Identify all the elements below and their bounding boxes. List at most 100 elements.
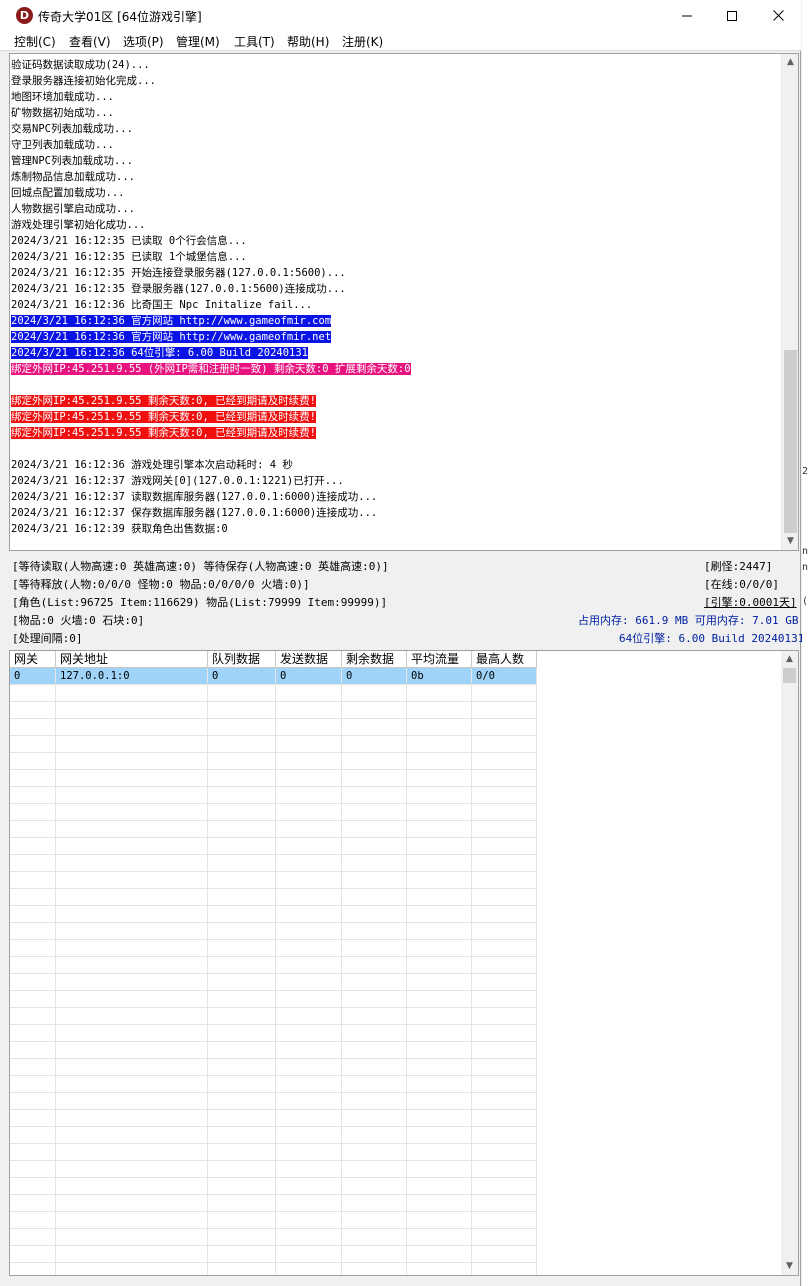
- side-mark: n: [802, 562, 809, 573]
- table-row-empty[interactable]: [10, 1059, 537, 1076]
- menu-control[interactable]: 控制(C): [14, 33, 56, 50]
- empty-cell: [10, 702, 56, 719]
- empty-cell: [472, 1229, 537, 1246]
- table-row-empty[interactable]: [10, 957, 537, 974]
- table-row-empty[interactable]: [10, 1178, 537, 1195]
- grid-scrollbar[interactable]: ▲ ▼: [781, 651, 798, 1275]
- col-remaining-data[interactable]: 剩余数据: [342, 651, 407, 668]
- table-row-empty[interactable]: [10, 736, 537, 753]
- log-line: 2024/3/21 16:12:37 读取数据库服务器(127.0.0.1:60…: [10, 489, 782, 505]
- minimize-button[interactable]: [664, 0, 710, 31]
- col-queue-data[interactable]: 队列数据: [208, 651, 276, 668]
- table-row-empty[interactable]: [10, 906, 537, 923]
- empty-cell: [276, 1042, 342, 1059]
- gateway-grid[interactable]: 网关 网关地址 队列数据 发送数据 剩余数据 平均流量 最高人数 0 127.0…: [9, 650, 799, 1276]
- log-scroll-thumb[interactable]: [784, 350, 797, 533]
- empty-cell: [56, 923, 208, 940]
- empty-cell: [407, 1059, 472, 1076]
- table-row-empty[interactable]: [10, 1212, 537, 1229]
- table-row-empty[interactable]: [10, 719, 537, 736]
- status-memory: 占用内存: 661.9 MB 可用内存: 7.01 GB: [578, 614, 799, 627]
- table-row-empty[interactable]: [10, 1093, 537, 1110]
- col-gateway[interactable]: 网关: [10, 651, 56, 668]
- table-row-empty[interactable]: [10, 1008, 537, 1025]
- table-row-empty[interactable]: [10, 991, 537, 1008]
- table-row-empty[interactable]: [10, 821, 537, 838]
- empty-cell: [10, 889, 56, 906]
- empty-cell: [472, 957, 537, 974]
- table-row-empty[interactable]: [10, 1144, 537, 1161]
- log-line-text: 2024/3/21 16:12:37 读取数据库服务器(127.0.0.1:60…: [11, 491, 378, 503]
- table-row-empty[interactable]: [10, 889, 537, 906]
- empty-cell: [208, 1144, 276, 1161]
- scroll-down-icon[interactable]: ▼: [782, 533, 798, 550]
- table-row-empty[interactable]: [10, 940, 537, 957]
- menu-view[interactable]: 查看(V): [69, 33, 111, 50]
- table-row-empty[interactable]: [10, 1076, 537, 1093]
- table-row-empty[interactable]: [10, 872, 537, 889]
- menu-options[interactable]: 选项(P): [123, 33, 164, 50]
- table-row-empty[interactable]: [10, 685, 537, 702]
- empty-cell: [56, 1229, 208, 1246]
- table-row-empty[interactable]: [10, 1263, 537, 1275]
- table-row-empty[interactable]: [10, 855, 537, 872]
- table-row-empty[interactable]: [10, 1110, 537, 1127]
- col-send-data[interactable]: 发送数据: [276, 651, 342, 668]
- empty-cell: [56, 906, 208, 923]
- empty-cell: [208, 1229, 276, 1246]
- table-row-empty[interactable]: [10, 702, 537, 719]
- cell-avg-traffic: 0b: [407, 668, 472, 685]
- close-button[interactable]: [755, 0, 801, 31]
- empty-cell: [208, 855, 276, 872]
- col-max-users[interactable]: 最高人数: [472, 651, 537, 668]
- table-row-empty[interactable]: [10, 838, 537, 855]
- table-row-empty[interactable]: [10, 770, 537, 787]
- menu-tools[interactable]: 工具(T): [234, 33, 275, 50]
- empty-cell: [208, 1093, 276, 1110]
- empty-cell: [208, 1195, 276, 1212]
- empty-cell: [208, 1008, 276, 1025]
- table-row-empty[interactable]: [10, 1229, 537, 1246]
- menu-manage[interactable]: 管理(M): [176, 33, 220, 50]
- table-row-empty[interactable]: [10, 787, 537, 804]
- table-row-empty[interactable]: [10, 1127, 537, 1144]
- maximize-button[interactable]: [709, 0, 755, 31]
- menu-register[interactable]: 注册(K): [342, 33, 383, 50]
- empty-cell: [342, 1025, 407, 1042]
- col-avg-traffic[interactable]: 平均流量: [407, 651, 472, 668]
- log-scrollbar[interactable]: ▲ ▼: [781, 54, 798, 550]
- empty-cell: [208, 1059, 276, 1076]
- table-row-empty[interactable]: [10, 1161, 537, 1178]
- table-row-empty[interactable]: [10, 1025, 537, 1042]
- menu-help[interactable]: 帮助(H): [287, 33, 329, 50]
- empty-cell: [472, 1263, 537, 1275]
- table-row-empty[interactable]: [10, 974, 537, 991]
- empty-cell: [10, 753, 56, 770]
- grid-scroll-down-icon[interactable]: ▼: [781, 1258, 798, 1275]
- empty-cell: [407, 804, 472, 821]
- table-row-empty[interactable]: [10, 1195, 537, 1212]
- empty-cell: [10, 1212, 56, 1229]
- grid-scroll-up-icon[interactable]: ▲: [781, 651, 798, 668]
- grid-scroll-thumb[interactable]: [783, 668, 796, 683]
- table-row-empty[interactable]: [10, 804, 537, 821]
- app-logo-icon[interactable]: D: [16, 7, 33, 24]
- empty-cell: [56, 940, 208, 957]
- status-engine-days[interactable]: [引擎:0.0001天]: [704, 594, 797, 610]
- log-output[interactable]: 验证码数据读取成功(24)... 登录服务器连接初始化完成... 地图环境加载成功.…: [9, 53, 799, 551]
- empty-rows: [10, 685, 537, 1275]
- empty-cell: [342, 923, 407, 940]
- table-row-empty[interactable]: [10, 753, 537, 770]
- col-gateway-address[interactable]: 网关地址: [56, 651, 208, 668]
- table-row-empty[interactable]: [10, 923, 537, 940]
- table-row-empty[interactable]: [10, 1042, 537, 1059]
- scroll-up-icon[interactable]: ▲: [782, 54, 798, 71]
- table-row-empty[interactable]: [10, 1246, 537, 1263]
- table-row[interactable]: 0 127.0.0.1:0 0 0 0 0b 0/0: [10, 668, 537, 685]
- empty-cell: [10, 1127, 56, 1144]
- empty-cell: [276, 1263, 342, 1275]
- empty-cell: [10, 1008, 56, 1025]
- title-bar[interactable]: D 传奇大学01区 [64位游戏引擎]: [0, 0, 801, 31]
- empty-cell: [342, 974, 407, 991]
- log-line: 验证码数据读取成功(24)...: [10, 57, 782, 73]
